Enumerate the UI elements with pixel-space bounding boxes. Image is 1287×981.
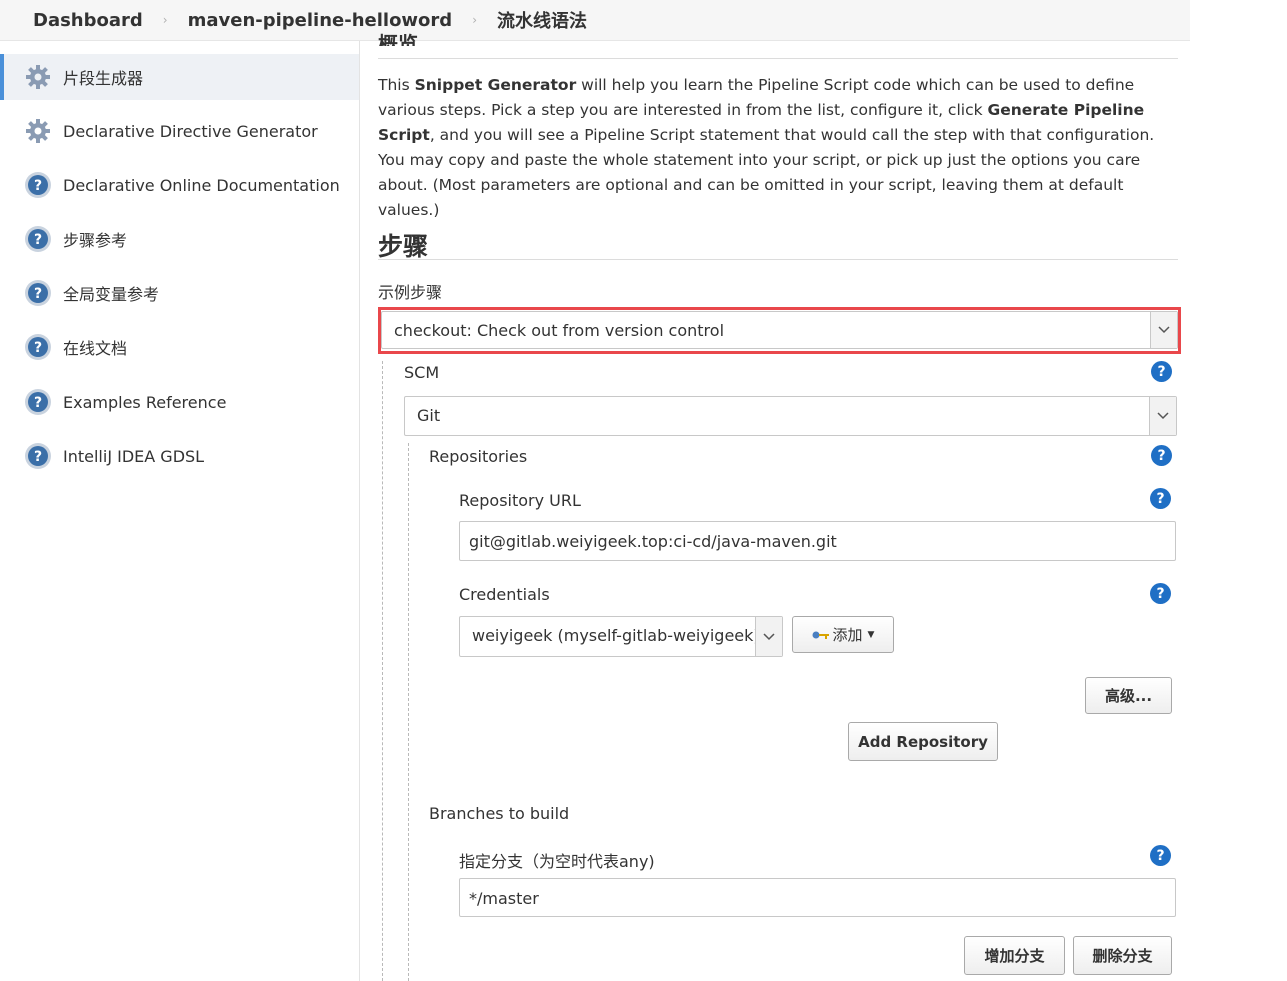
help-icon: ?: [24, 225, 52, 253]
help-icon[interactable]: ?: [1151, 445, 1172, 466]
add-credentials-label: 添加: [832, 626, 863, 644]
delete-branch-button[interactable]: 删除分支: [1073, 936, 1172, 975]
gear-icon: [24, 63, 52, 91]
help-icon[interactable]: ?: [1150, 845, 1171, 866]
help-icon[interactable]: ?: [1151, 361, 1172, 382]
sample-step-select[interactable]: checkout: Check out from version control: [381, 311, 1178, 349]
sidebar-item-intellij-idea-gdsl[interactable]: ? IntelliJ IDEA GDSL: [0, 433, 359, 479]
sample-step-value: checkout: Check out from version control: [394, 321, 725, 340]
nesting-guide: [408, 443, 409, 981]
branch-spec-value: */master: [469, 889, 539, 908]
chevron-down-icon[interactable]: [755, 617, 782, 656]
gear-icon: [24, 117, 52, 145]
intro-text: This: [378, 76, 415, 94]
help-icon: ?: [24, 171, 52, 199]
repository-url-label: Repository URL: [459, 491, 581, 510]
caret-down-icon: ▼: [867, 629, 875, 640]
intro-bold-snippet-generator: Snippet Generator: [414, 76, 577, 94]
breadcrumb-job[interactable]: maven-pipeline-helloword: [188, 10, 453, 31]
sidebar-item-label: Declarative Directive Generator: [63, 121, 318, 141]
branch-spec-input[interactable]: */master: [459, 878, 1176, 917]
steps-title: 步骤: [378, 232, 429, 261]
svg-text:?: ?: [34, 286, 42, 302]
add-credentials-button[interactable]: 添加 ▼: [792, 616, 894, 653]
sidebar-item-label: 全局变量参考: [63, 285, 160, 304]
sidebar-item-label: 在线文档: [63, 339, 128, 358]
sidebar-item-label: IntelliJ IDEA GDSL: [63, 446, 205, 466]
chevron-down-icon[interactable]: [1149, 397, 1176, 435]
help-icon: ?: [24, 279, 52, 307]
help-icon: ?: [24, 442, 52, 470]
help-icon: ?: [24, 333, 52, 361]
overview-heading: 概览: [378, 32, 418, 46]
scm-value: Git: [417, 406, 441, 425]
advanced-button[interactable]: 高级...: [1085, 677, 1172, 714]
sidebar-item-label: Declarative Online Documentation: [63, 175, 340, 195]
scm-label: SCM: [404, 363, 440, 382]
sample-step-label: 示例步骤: [378, 283, 443, 302]
svg-text:?: ?: [34, 340, 42, 356]
svg-text:?: ?: [34, 395, 42, 411]
key-icon: [812, 626, 830, 644]
help-icon[interactable]: ?: [1150, 583, 1171, 604]
breadcrumb: Dashboard › maven-pipeline-helloword › 流…: [0, 0, 1190, 41]
credentials-select[interactable]: weiyigeek (myself-gitlab-weiyigeek): [459, 616, 783, 657]
sidebar-item-label: 步骤参考: [63, 231, 128, 250]
breadcrumb-separator-icon: ›: [162, 13, 168, 27]
intro-paragraph: This Snippet Generator will help you lea…: [378, 73, 1178, 223]
breadcrumb-separator-icon: ›: [472, 13, 478, 27]
sidebar-item-examples-reference[interactable]: ? Examples Reference: [0, 379, 359, 425]
intro-text: , and you will see a Pipeline Script sta…: [378, 126, 1155, 219]
sidebar-item-step-reference[interactable]: ? 步骤参考: [0, 216, 359, 262]
sidebar-item-global-variable-reference[interactable]: ? 全局变量参考: [0, 270, 359, 316]
sidebar-item-declarative-online-documentation[interactable]: ? Declarative Online Documentation: [0, 162, 359, 208]
repositories-label: Repositories: [429, 447, 528, 466]
main-content: 概览 This Snippet Generator will help you …: [378, 32, 1181, 981]
sidebar-item-label: 片段生成器: [63, 69, 144, 88]
nesting-guide: [382, 361, 383, 981]
credentials-label: Credentials: [459, 585, 550, 604]
scm-select[interactable]: Git: [404, 396, 1177, 436]
sidebar-item-online-docs[interactable]: ? 在线文档: [0, 324, 359, 370]
credentials-value: weiyigeek (myself-gitlab-weiyigeek): [472, 626, 760, 645]
breadcrumb-dashboard[interactable]: Dashboard: [33, 10, 143, 31]
svg-text:?: ?: [34, 449, 42, 465]
repository-url-value: git@gitlab.weiyigeek.top:ci-cd/java-mave…: [469, 532, 837, 551]
chevron-down-icon[interactable]: [1150, 312, 1177, 348]
divider: [378, 259, 1178, 260]
repository-url-input[interactable]: git@gitlab.weiyigeek.top:ci-cd/java-mave…: [459, 521, 1176, 561]
sidebar: 片段生成器 Declarative Directive Generator ? …: [0, 41, 360, 981]
add-repository-button[interactable]: Add Repository: [848, 722, 998, 761]
sidebar-item-snippet-generator[interactable]: 片段生成器: [0, 54, 359, 100]
branch-spec-label: 指定分支（为空时代表any): [459, 852, 655, 871]
help-icon[interactable]: ?: [1150, 488, 1171, 509]
svg-text:?: ?: [34, 232, 42, 248]
add-branch-button[interactable]: 增加分支: [964, 936, 1065, 975]
help-icon: ?: [24, 388, 52, 416]
sidebar-item-label: Examples Reference: [63, 392, 227, 412]
breadcrumb-pipeline-syntax[interactable]: 流水线语法: [497, 7, 587, 33]
branches-label: Branches to build: [429, 804, 570, 823]
sidebar-item-declarative-directive-generator[interactable]: Declarative Directive Generator: [0, 108, 359, 154]
divider: [378, 58, 1178, 59]
svg-text:?: ?: [34, 178, 42, 194]
